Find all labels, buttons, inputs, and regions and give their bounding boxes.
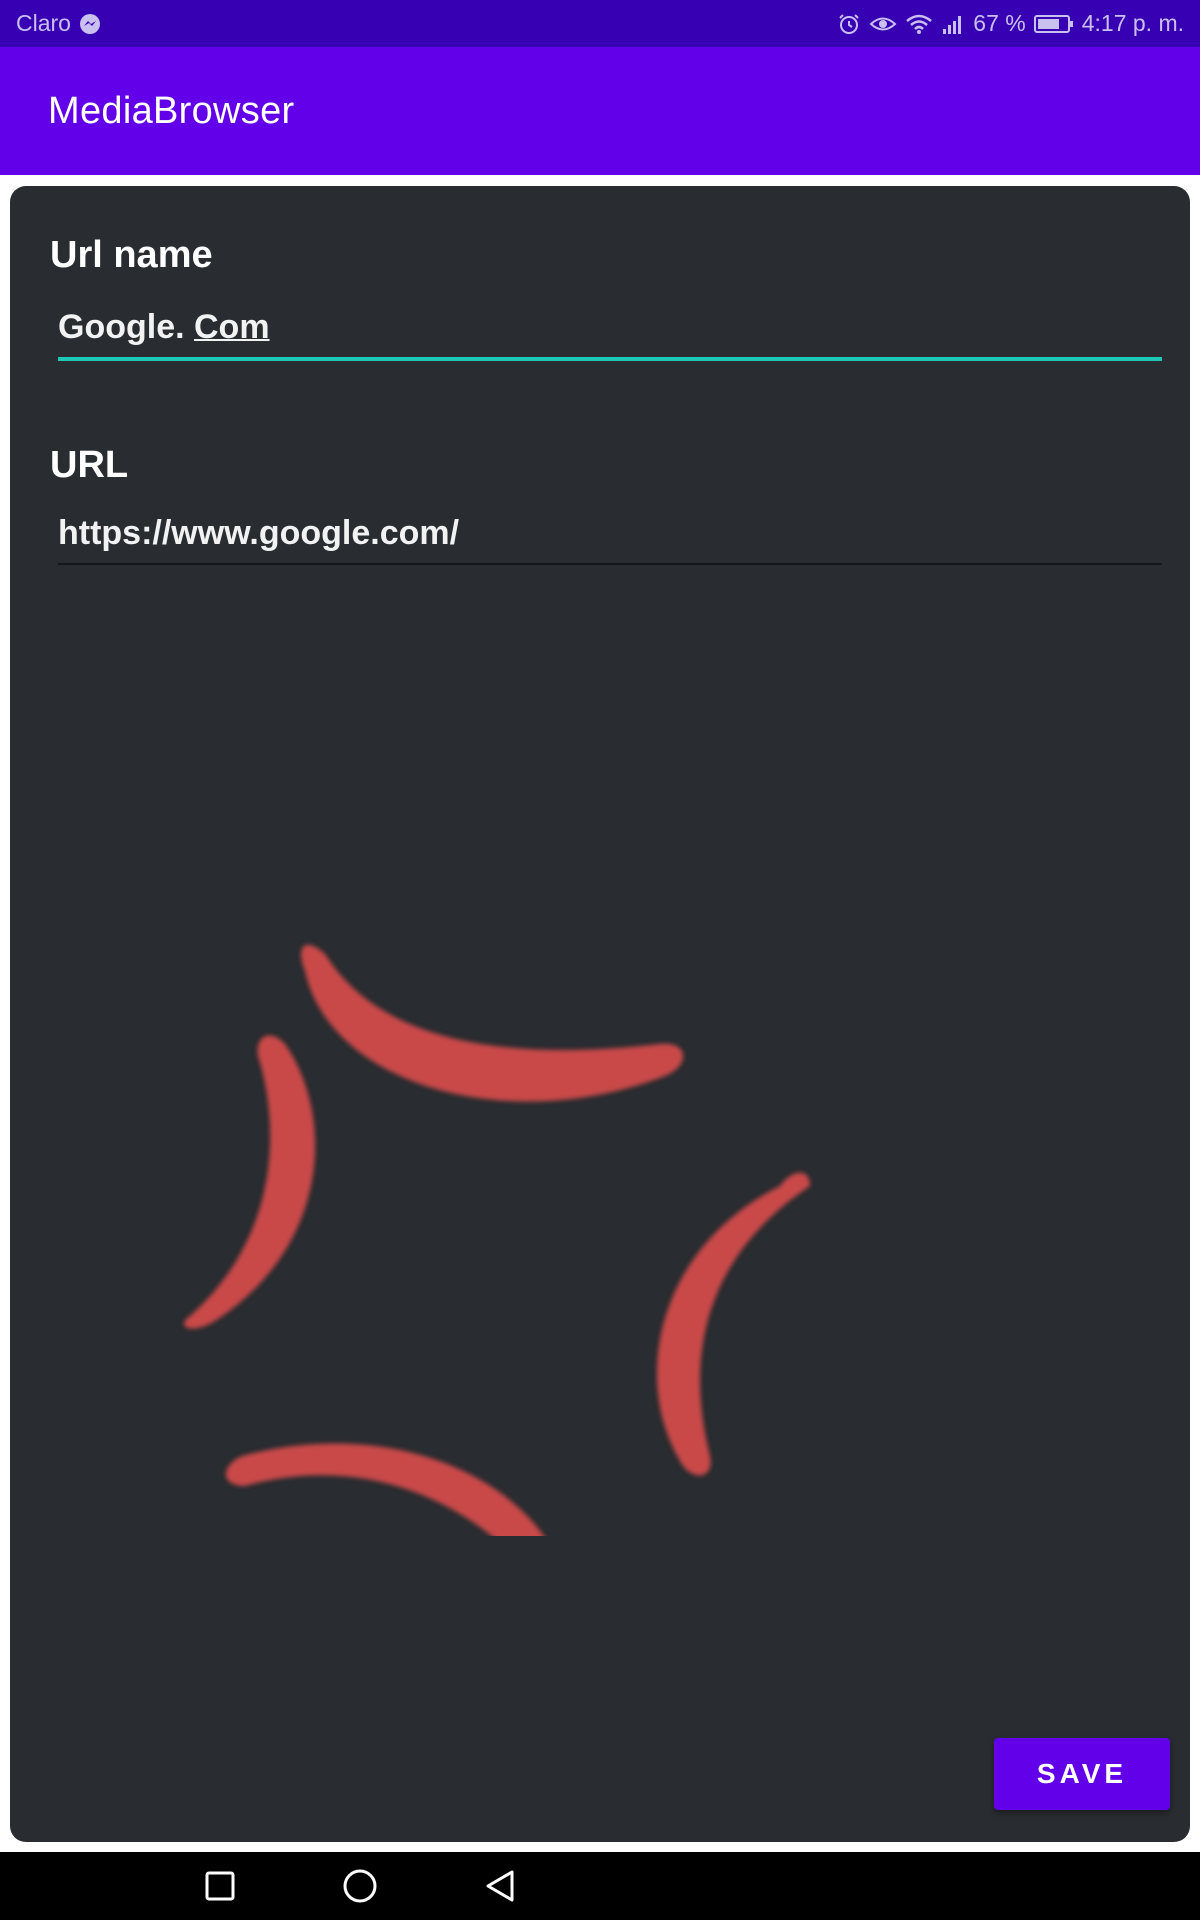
app-bar: MediaBrowser	[0, 47, 1200, 175]
save-button[interactable]: SAVE	[994, 1738, 1170, 1810]
url-label: URL	[50, 444, 129, 486]
url-name-composing-text: Com	[194, 308, 270, 346]
alarm-icon	[837, 12, 861, 36]
back-icon[interactable]	[470, 1856, 530, 1916]
anger-symbol-icon	[184, 944, 810, 1536]
recents-icon[interactable]	[190, 1856, 250, 1916]
battery-icon	[1033, 13, 1074, 35]
eye-icon	[869, 13, 897, 35]
clock: 4:17 p. m.	[1081, 10, 1184, 36]
signal-icon	[941, 13, 965, 35]
url-name-label: Url name	[50, 234, 213, 276]
home-icon[interactable]	[330, 1856, 390, 1916]
battery-percent: 67 %	[973, 10, 1026, 36]
status-bar: Claro 67 % 4:17 p. m.	[0, 0, 1200, 47]
url-name-text: Google.	[58, 308, 194, 346]
wifi-icon	[905, 13, 933, 35]
messenger-icon	[79, 13, 101, 35]
app-title: MediaBrowser	[48, 89, 295, 132]
navigation-bar	[0, 1852, 1200, 1920]
form-card: Url name Google. Com URL https://www.goo…	[10, 186, 1190, 1842]
url-input[interactable]: https://www.google.com/	[58, 514, 1162, 565]
url-name-input[interactable]: Google. Com	[58, 308, 1162, 361]
status-left: Claro	[16, 10, 101, 37]
carrier-name: Claro	[16, 10, 71, 36]
status-right: 67 % 4:17 p. m.	[837, 10, 1184, 37]
